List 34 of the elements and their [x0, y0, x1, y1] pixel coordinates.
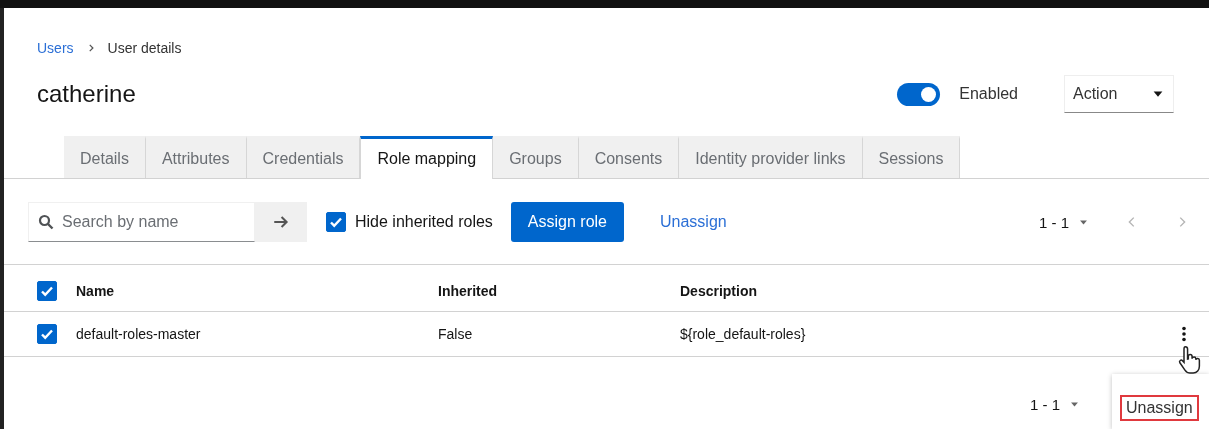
action-dropdown[interactable]: Action: [1064, 75, 1174, 113]
tab[interactable]: Identity provider links: [679, 136, 863, 178]
column-header: Inherited: [438, 283, 499, 299]
breadcrumb-current: User details: [107, 40, 182, 56]
caret-icon: [1069, 399, 1080, 410]
toggle-label: Enabled: [959, 85, 1018, 103]
tab[interactable]: Details: [64, 136, 146, 178]
tab[interactable]: Attributes: [145, 136, 247, 178]
checkbox-label: Hide inherited roles: [355, 213, 493, 231]
tab[interactable]: Consents: [578, 136, 680, 178]
unassign-button[interactable]: Unassign: [643, 213, 744, 231]
search-icon: [38, 214, 54, 230]
assign-role-button[interactable]: Assign role: [510, 202, 624, 242]
pagination-dropdown[interactable]: 1 - 1: [1039, 213, 1089, 231]
table-cell-text: default-roles-master: [76, 326, 202, 342]
search-submit-button[interactable]: [255, 202, 307, 242]
checkbox[interactable]: [326, 212, 346, 232]
enabled-toggle[interactable]: [897, 82, 941, 106]
checkbox[interactable]: [37, 281, 57, 301]
search-field[interactable]: Search by name: [28, 202, 255, 242]
user-name-title: catherine: [37, 80, 137, 108]
tab[interactable]: Sessions: [862, 136, 961, 178]
table-cell-text: ${role_default-roles}: [680, 326, 807, 342]
column-header: Description: [680, 283, 758, 299]
checkbox[interactable]: [37, 324, 57, 344]
table-cell-text: False: [438, 326, 474, 342]
breadcrumb-link[interactable]: Users: [37, 40, 74, 56]
pagination-dropdown[interactable]: 1 - 1: [1030, 396, 1080, 413]
column-header: Name: [76, 283, 116, 299]
tab[interactable]: Role mapping: [360, 136, 494, 179]
tab[interactable]: Groups: [493, 136, 579, 178]
arrow-right-icon: [272, 213, 290, 231]
menu-item[interactable]: Unassign: [1120, 394, 1199, 421]
tab[interactable]: Credentials: [246, 136, 361, 178]
